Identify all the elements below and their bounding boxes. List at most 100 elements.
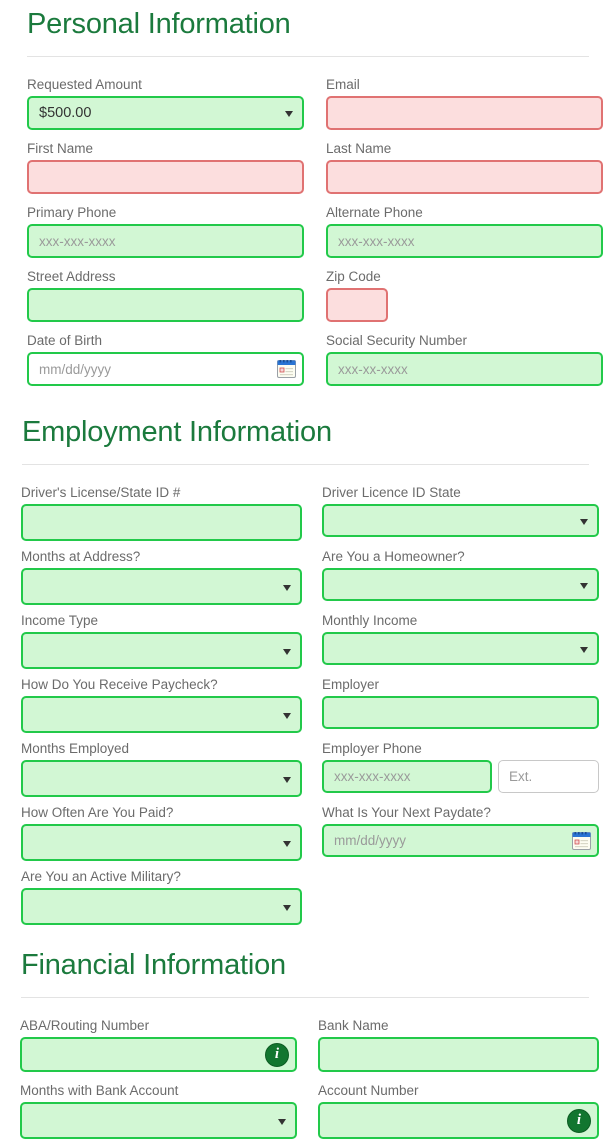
label-primary-phone: Primary Phone [27, 205, 117, 220]
primary-phone-placeholder: xxx-xxx-xxxx [39, 233, 116, 249]
months-with-bank-select[interactable] [20, 1102, 297, 1139]
label-months-at-address: Months at Address? [21, 549, 141, 564]
field-months-employed: Months Employed [21, 741, 302, 797]
label-active-military: Are You an Active Military? [21, 869, 181, 884]
chevron-down-icon [283, 840, 291, 847]
field-next-paydate: What Is Your Next Paydate? mm/dd/yyyy [322, 805, 599, 857]
label-employer-phone: Employer Phone [322, 741, 422, 756]
calendar-icon[interactable] [277, 360, 296, 378]
section-title-personal: Personal Information [27, 8, 291, 40]
income-type-select[interactable] [21, 632, 302, 669]
field-paycheck-method: How Do You Receive Paycheck? [21, 677, 302, 733]
first-name-input[interactable] [27, 160, 304, 194]
email-input[interactable] [326, 96, 603, 130]
field-street-address: Street Address [27, 269, 304, 322]
zip-code-input[interactable] [326, 288, 388, 322]
social-security-number-input[interactable]: xxx-xx-xxxx [326, 352, 603, 386]
employer-input[interactable] [322, 696, 599, 729]
field-first-name: First Name [27, 141, 304, 194]
requested-amount-select[interactable]: $500.00 [27, 96, 304, 130]
field-employer: Employer [322, 677, 599, 729]
label-homeowner: Are You a Homeowner? [322, 549, 465, 564]
label-account-number: Account Number [318, 1083, 419, 1098]
months-at-address-select[interactable] [21, 568, 302, 605]
pay-frequency-select[interactable] [21, 824, 302, 861]
homeowner-select[interactable] [322, 568, 599, 601]
section-title-financial: Financial Information [21, 949, 286, 981]
loan-application-form: Personal Information Requested Amount $5… [0, 0, 616, 1144]
label-first-name: First Name [27, 141, 94, 156]
alternate-phone-input[interactable]: xxx-xxx-xxxx [326, 224, 603, 258]
field-active-military: Are You an Active Military? [21, 869, 302, 925]
field-months-with-bank: Months with Bank Account [20, 1083, 297, 1139]
chevron-down-icon [278, 1118, 286, 1125]
next-paydate-input[interactable]: mm/dd/yyyy [322, 824, 599, 857]
label-routing-number: ABA/Routing Number [20, 1018, 150, 1033]
field-zip-code: Zip Code [326, 269, 388, 322]
section-title-employment: Employment Information [22, 416, 332, 448]
label-monthly-income: Monthly Income [322, 613, 418, 628]
field-pay-frequency: How Often Are You Paid? [21, 805, 302, 861]
label-bank-name: Bank Name [318, 1018, 389, 1033]
label-months-with-bank: Months with Bank Account [20, 1083, 179, 1098]
field-primary-phone: Primary Phone xxx-xxx-xxxx [27, 205, 304, 258]
paycheck-method-select[interactable] [21, 696, 302, 733]
label-zip-code: Zip Code [326, 269, 381, 284]
account-number-input[interactable]: i [318, 1102, 599, 1139]
field-bank-name: Bank Name [318, 1018, 599, 1072]
drivers-license-input[interactable] [21, 504, 302, 541]
chevron-down-icon [580, 582, 588, 589]
section-divider-employment [22, 464, 589, 465]
bank-name-input[interactable] [318, 1037, 599, 1072]
label-last-name: Last Name [326, 141, 392, 156]
label-pay-frequency: How Often Are You Paid? [21, 805, 174, 820]
active-military-select[interactable] [21, 888, 302, 925]
field-social-security-number: Social Security Number xxx-xx-xxxx [326, 333, 603, 386]
field-routing-number: ABA/Routing Number i [20, 1018, 297, 1072]
social-security-number-placeholder: xxx-xx-xxxx [338, 361, 408, 377]
info-icon[interactable]: i [265, 1042, 289, 1067]
label-drivers-license: Driver's License/State ID # [21, 485, 181, 500]
last-name-input[interactable] [326, 160, 603, 194]
info-icon[interactable]: i [567, 1108, 591, 1133]
label-street-address: Street Address [27, 269, 116, 284]
label-requested-amount: Requested Amount [27, 77, 142, 92]
label-months-employed: Months Employed [21, 741, 130, 756]
monthly-income-select[interactable] [322, 632, 599, 665]
calendar-icon[interactable] [572, 831, 591, 850]
field-months-at-address: Months at Address? [21, 549, 302, 605]
label-next-paydate: What Is Your Next Paydate? [322, 805, 491, 820]
chevron-down-icon [283, 584, 291, 591]
date-of-birth-input[interactable]: mm/dd/yyyy [27, 352, 304, 386]
chevron-down-icon [580, 518, 588, 525]
label-social-security-number: Social Security Number [326, 333, 468, 348]
months-employed-select[interactable] [21, 760, 302, 797]
section-divider-personal [27, 56, 589, 57]
label-alternate-phone: Alternate Phone [326, 205, 423, 220]
field-alternate-phone: Alternate Phone xxx-xxx-xxxx [326, 205, 603, 258]
chevron-down-icon [580, 646, 588, 653]
primary-phone-input[interactable]: xxx-xxx-xxxx [27, 224, 304, 258]
employer-phone-input[interactable]: xxx-xxx-xxxx [322, 760, 492, 793]
label-email: Email [326, 77, 360, 92]
next-paydate-placeholder: mm/dd/yyyy [334, 833, 407, 848]
field-homeowner: Are You a Homeowner? [322, 549, 599, 601]
street-address-input[interactable] [27, 288, 304, 322]
field-email: Email [326, 77, 603, 130]
field-requested-amount: Requested Amount $500.00 [27, 77, 304, 130]
employer-phone-placeholder: xxx-xxx-xxxx [334, 769, 411, 784]
routing-number-input[interactable]: i [20, 1037, 297, 1072]
field-employer-phone: Employer Phone xxx-xxx-xxxx Ext. [322, 741, 599, 793]
employer-phone-group: xxx-xxx-xxxx Ext. [322, 760, 599, 793]
field-license-state: Driver Licence ID State [322, 485, 599, 537]
section-divider-financial [21, 997, 589, 998]
label-paycheck-method: How Do You Receive Paycheck? [21, 677, 218, 692]
field-monthly-income: Monthly Income [322, 613, 599, 665]
chevron-down-icon [283, 904, 291, 911]
requested-amount-value: $500.00 [39, 105, 92, 121]
chevron-down-icon [283, 648, 291, 655]
label-date-of-birth: Date of Birth [27, 333, 103, 348]
license-state-select[interactable] [322, 504, 599, 537]
field-last-name: Last Name [326, 141, 603, 194]
employer-phone-ext-input[interactable]: Ext. [498, 760, 599, 793]
